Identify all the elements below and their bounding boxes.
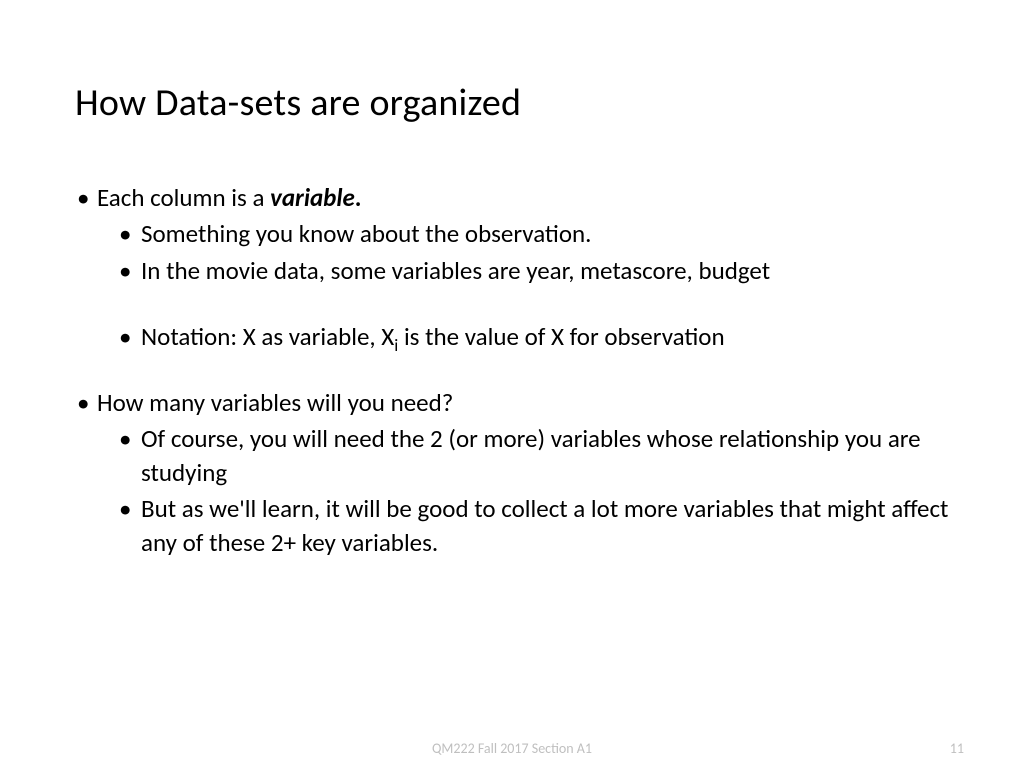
page-number: 11 xyxy=(950,740,964,757)
sub-bullet-1-2: In the movie data, some variables are ye… xyxy=(119,254,949,288)
bullet-item-2: How many variables will you need? Of cou… xyxy=(75,386,949,560)
bullet-bold: variable xyxy=(270,182,355,213)
sub-bullet-2-1: Of course, you will need the 2 (or more)… xyxy=(119,422,949,490)
sub-bullet-list-2: Of course, you will need the 2 (or more)… xyxy=(97,422,949,560)
notation-part2: is the value of X for observation xyxy=(398,321,724,352)
bullet-text-2: How many variables will you need? xyxy=(97,387,453,418)
sub-bullet-list-1b: Notation: X as variable, Xi is the value… xyxy=(97,320,949,354)
slide-title: How Data-sets are organized xyxy=(75,80,949,126)
bullet-list: Each column is a variable. Something you… xyxy=(75,181,949,354)
sub-bullet-2-2: But as we'll learn, it will be good to c… xyxy=(119,492,949,560)
sub-bullet-1-1: Something you know about the observation… xyxy=(119,217,949,251)
bullet-item-1: Each column is a variable. Something you… xyxy=(75,181,949,354)
notation-part1: Notation: X as variable, X xyxy=(141,321,394,352)
bullet-suffix: . xyxy=(355,182,362,213)
sub-bullet-list-1: Something you know about the observation… xyxy=(97,217,949,288)
bullet-list-2: How many variables will you need? Of cou… xyxy=(75,386,949,560)
slide-container: How Data-sets are organized Each column … xyxy=(0,0,1024,560)
sub-bullet-1-3: Notation: X as variable, Xi is the value… xyxy=(119,320,949,354)
footer-center-text: QM222 Fall 2017 Section A1 xyxy=(432,740,592,757)
bullet-text: Each column is a xyxy=(97,182,270,213)
slide-content: Each column is a variable. Something you… xyxy=(75,181,949,560)
